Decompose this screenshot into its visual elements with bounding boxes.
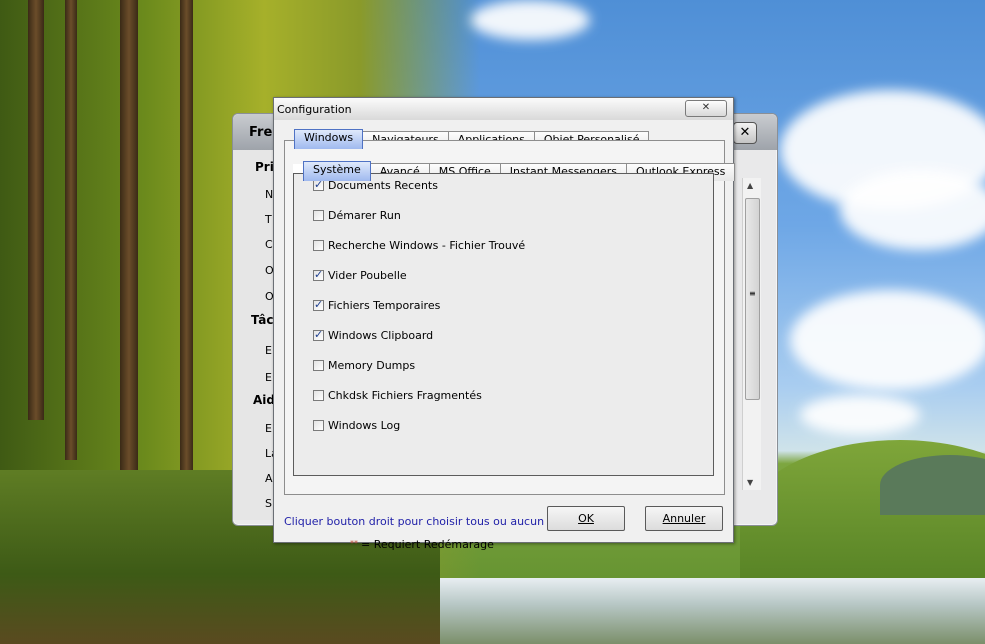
bg-item[interactable]: T [265, 213, 272, 226]
option-label: Vider Poubelle [328, 268, 407, 282]
option-label: Windows Log [328, 418, 401, 432]
ok-button[interactable]: OK [547, 506, 625, 531]
bg-section-heading-2: Tâc [251, 313, 274, 327]
configuration-dialog: Configuration ✕ Windows Navigateurs Appl… [273, 97, 736, 551]
option-checkbox[interactable] [313, 298, 324, 311]
scrollbar-thumb[interactable]: ≡ [745, 198, 760, 400]
option-row[interactable]: Windows Log [313, 418, 400, 432]
dialog-close-icon[interactable]: ✕ [685, 100, 727, 117]
option-checkbox[interactable] [313, 268, 324, 281]
restart-note-stars: ** [350, 539, 358, 548]
option-label: Memory Dumps [328, 358, 416, 372]
bg-item[interactable]: A [265, 472, 273, 485]
bg-item[interactable]: C [265, 238, 273, 251]
option-row[interactable]: Recherche Windows - Fichier Trouvé [313, 238, 525, 252]
option-row[interactable]: Memory Dumps [313, 358, 415, 372]
option-label: Démarer Run [328, 208, 401, 222]
option-row[interactable]: Windows Clipboard [313, 328, 433, 342]
option-checkbox[interactable] [313, 328, 324, 341]
option-row[interactable]: Démarer Run [313, 208, 401, 222]
windows-tab-panel: Système Avancé MS Office Instant Messeng… [284, 140, 736, 551]
restart-note-text: = Requiert Redémarage [361, 538, 494, 551]
option-label: Chkdsk Fichiers Fragmentés [328, 388, 482, 402]
scrollbar-grip-icon: ≡ [749, 289, 756, 298]
bg-item[interactable]: E [265, 422, 272, 435]
option-row[interactable]: Fichiers Temporaires [313, 298, 440, 312]
bg-item[interactable]: E [265, 344, 272, 357]
background-window-title: Fre [249, 125, 273, 140]
cancel-button[interactable]: Annuler [645, 506, 723, 531]
option-checkbox[interactable] [313, 359, 324, 371]
subtab-systeme[interactable]: Système [303, 161, 371, 181]
right-click-hint: Cliquer bouton droit pour choisir tous o… [284, 515, 545, 528]
scroll-down-arrow-icon[interactable]: ▼ [747, 478, 753, 487]
tab-windows[interactable]: Windows [294, 129, 364, 149]
option-checkbox[interactable] [313, 178, 324, 191]
option-checkbox[interactable] [313, 389, 324, 401]
systeme-options-panel: Documents RecentsDémarer RunRecherche Wi… [293, 173, 714, 551]
option-label: Windows Clipboard [328, 328, 434, 342]
scroll-up-arrow-icon[interactable]: ▲ [747, 181, 753, 190]
option-row[interactable]: Chkdsk Fichiers Fragmentés [313, 388, 482, 402]
bg-item[interactable]: E [265, 371, 272, 384]
option-checkbox[interactable] [313, 239, 324, 251]
cancel-button-label: Annuler [662, 512, 706, 525]
bg-section-heading-3: Aid [253, 393, 275, 407]
background-window-close-icon[interactable]: ✕ [733, 122, 757, 144]
option-label: Recherche Windows - Fichier Trouvé [328, 238, 526, 252]
background-window-scrollbar[interactable]: ▲ ≡ ▼ [742, 178, 761, 490]
ok-button-label: OK [578, 512, 594, 525]
dialog-title: Configuration [277, 103, 352, 116]
option-label: Fichiers Temporaires [328, 298, 441, 312]
option-row[interactable]: Vider Poubelle [313, 268, 407, 282]
bg-item[interactable]: N [265, 188, 273, 201]
dialog-titlebar[interactable]: Configuration ✕ [274, 98, 733, 120]
option-checkbox[interactable] [313, 419, 324, 431]
option-checkbox[interactable] [313, 209, 324, 221]
restart-note: ** = Requiert Redémarage [350, 538, 494, 551]
bg-item[interactable]: S [265, 497, 272, 510]
